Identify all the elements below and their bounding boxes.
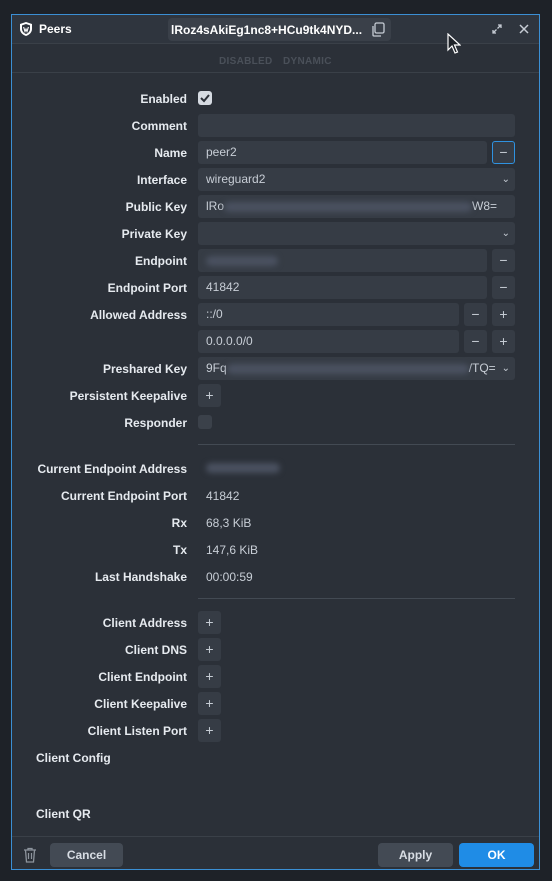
- add-allowed-address-2-button[interactable]: +: [492, 330, 515, 353]
- endpoint-port-input[interactable]: 41842: [198, 276, 487, 299]
- close-icon[interactable]: [517, 22, 531, 36]
- peer-window: Peers lRoz4sAkiEg1nc8+HCu9tk4NYD... DISA…: [11, 14, 540, 870]
- rx-label: Rx: [171, 516, 187, 530]
- endpoint-redacted: [206, 255, 278, 266]
- responder-label: Responder: [124, 416, 187, 430]
- check-icon: [200, 94, 210, 103]
- preshared-key-prefix: 9Fq: [206, 361, 227, 375]
- plus-icon: +: [205, 641, 214, 657]
- current-endpoint-port-label: Current Endpoint Port: [61, 489, 187, 503]
- name-input[interactable]: peer2: [198, 141, 487, 164]
- enabled-label: Enabled: [140, 92, 187, 106]
- current-endpoint-address-value: [206, 460, 280, 474]
- rx-value: 68,3 KiB: [206, 516, 252, 530]
- comment-label: Comment: [131, 119, 187, 133]
- cancel-button[interactable]: Cancel: [50, 843, 123, 867]
- public-key-input[interactable]: lRo W8=: [198, 195, 515, 218]
- trash-icon[interactable]: [23, 847, 37, 863]
- peer-id-text: lRoz4sAkiEg1nc8+HCu9tk4NYD...: [171, 23, 363, 37]
- public-key-label: Public Key: [125, 200, 187, 214]
- minus-icon: −: [499, 144, 508, 160]
- interface-label: Interface: [136, 173, 187, 187]
- minus-icon: −: [471, 333, 480, 349]
- minus-icon: −: [499, 252, 508, 268]
- preshared-key-redacted: [226, 363, 469, 374]
- divider: [198, 444, 515, 445]
- status-disabled: DISABLED: [219, 56, 273, 67]
- tx-label: Tx: [172, 543, 187, 557]
- plus-icon: +: [205, 722, 214, 738]
- name-label: Name: [154, 146, 187, 160]
- minus-icon: −: [471, 306, 480, 322]
- chevron-down-icon: ⌄: [501, 363, 510, 374]
- comment-input[interactable]: [198, 114, 515, 137]
- client-config-label: Client Config: [36, 751, 111, 765]
- plus-icon: +: [205, 614, 214, 630]
- private-key-label: Private Key: [121, 227, 187, 241]
- current-endpoint-redacted: [206, 462, 280, 473]
- add-persistent-keepalive-button[interactable]: +: [198, 384, 221, 407]
- private-key-select[interactable]: ⌄: [198, 222, 515, 245]
- preshared-key-select[interactable]: 9Fq/TQ= ⌄: [198, 357, 515, 380]
- responder-checkbox[interactable]: [198, 415, 212, 429]
- public-key-prefix: lRo: [206, 199, 225, 213]
- client-dns-label: Client DNS: [124, 643, 187, 657]
- interface-select[interactable]: wireguard2 ⌄: [198, 168, 515, 191]
- add-client-keepalive-button[interactable]: +: [198, 692, 221, 715]
- remove-endpoint-button[interactable]: −: [492, 249, 515, 272]
- tx-value: 147,6 KiB: [206, 543, 259, 557]
- plus-icon: +: [499, 306, 508, 322]
- minus-icon: −: [499, 279, 508, 295]
- mouse-cursor-icon: [447, 33, 461, 54]
- enabled-checkbox[interactable]: [198, 91, 212, 105]
- plus-icon: +: [499, 333, 508, 349]
- ok-button[interactable]: OK: [459, 843, 534, 867]
- persistent-keepalive-label: Persistent Keepalive: [69, 389, 187, 403]
- client-keepalive-label: Client Keepalive: [94, 697, 187, 711]
- divider: [198, 598, 515, 599]
- client-endpoint-label: Client Endpoint: [98, 670, 187, 684]
- remove-endpoint-port-button[interactable]: −: [492, 276, 515, 299]
- shield-icon: [20, 22, 32, 36]
- public-key-suffix: W8=: [472, 199, 498, 213]
- public-key-redacted: [224, 201, 473, 212]
- allowed-address-input-1[interactable]: ::/0: [198, 303, 459, 326]
- last-handshake-value: 00:00:59: [206, 570, 253, 584]
- chevron-down-icon: ⌄: [501, 174, 510, 185]
- current-endpoint-port-value: 41842: [206, 489, 240, 503]
- chevron-down-icon: ⌄: [501, 228, 510, 239]
- add-client-endpoint-button[interactable]: +: [198, 665, 221, 688]
- add-client-address-button[interactable]: +: [198, 611, 221, 634]
- last-handshake-label: Last Handshake: [94, 570, 187, 584]
- plus-icon: +: [205, 387, 214, 403]
- plus-icon: +: [205, 668, 214, 684]
- preshared-key-label: Preshared Key: [102, 362, 187, 376]
- restore-icon[interactable]: [490, 22, 504, 36]
- client-address-label: Client Address: [102, 616, 187, 630]
- endpoint-label: Endpoint: [135, 254, 187, 268]
- apply-button[interactable]: Apply: [378, 843, 453, 867]
- add-client-dns-button[interactable]: +: [198, 638, 221, 661]
- endpoint-port-label: Endpoint Port: [107, 281, 187, 295]
- status-dynamic: DYNAMIC: [283, 56, 332, 67]
- client-listen-port-label: Client Listen Port: [87, 724, 187, 738]
- allowed-address-label: Allowed Address: [90, 308, 187, 322]
- remove-allowed-address-1-button[interactable]: −: [464, 303, 487, 326]
- copy-icon[interactable]: [371, 22, 385, 37]
- client-qr-label: Client QR: [36, 807, 91, 821]
- remove-allowed-address-2-button[interactable]: −: [464, 330, 487, 353]
- window-title: Peers: [39, 22, 72, 36]
- endpoint-input[interactable]: [198, 249, 487, 272]
- remove-name-button[interactable]: −: [492, 141, 515, 164]
- preshared-key-suffix: /TQ=: [468, 361, 496, 375]
- interface-value: wireguard2: [206, 172, 266, 186]
- current-endpoint-address-label: Current Endpoint Address: [37, 462, 187, 476]
- allowed-address-input-2[interactable]: 0.0.0.0/0: [198, 330, 459, 353]
- dialog-footer: Cancel Apply OK: [12, 836, 539, 871]
- plus-icon: +: [205, 695, 214, 711]
- add-allowed-address-1-button[interactable]: +: [492, 303, 515, 326]
- add-client-listen-port-button[interactable]: +: [198, 719, 221, 742]
- peer-form: Enabled Comment Name peer2 − Interface w…: [12, 74, 539, 836]
